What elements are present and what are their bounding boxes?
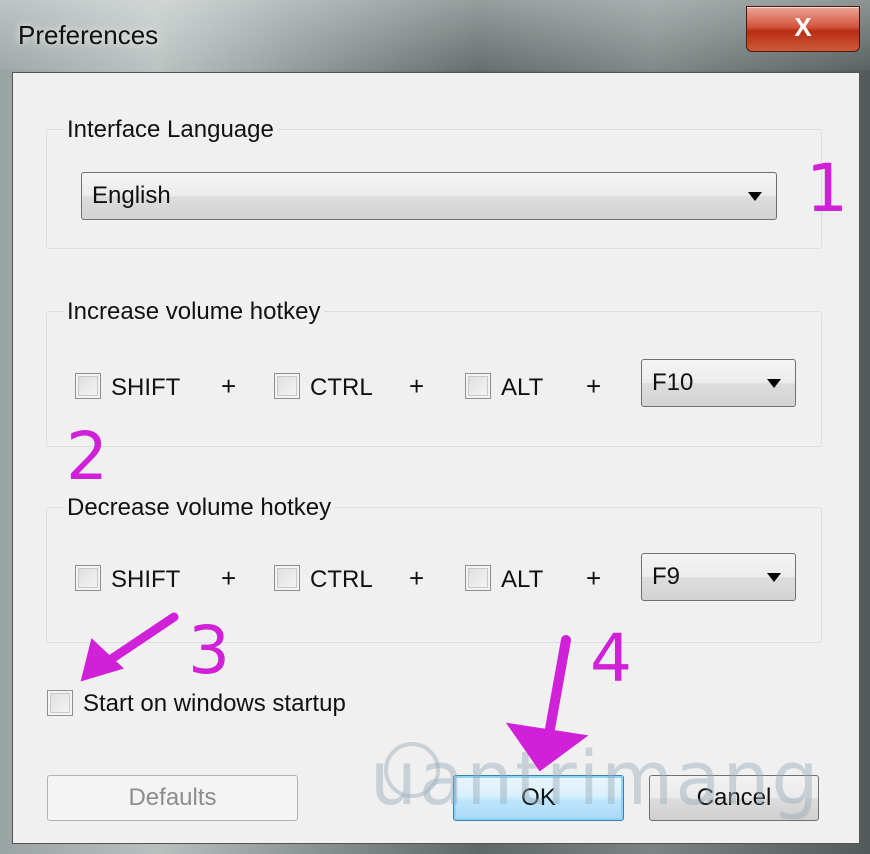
plus-sign: + — [586, 563, 602, 593]
decrease-shift-label: SHIFT — [111, 566, 181, 593]
dropdown-arrow-icon — [767, 573, 781, 582]
plus-sign: + — [409, 371, 425, 401]
startup-label: Start on windows startup — [83, 690, 346, 717]
cancel-button[interactable]: Cancel — [649, 775, 819, 821]
defaults-button[interactable]: Defaults — [47, 775, 298, 821]
decrease-hotkey-label: Decrease volume hotkey — [63, 494, 336, 522]
increase-hotkey-label: Increase volume hotkey — [63, 298, 325, 326]
decrease-ctrl-label: CTRL — [310, 566, 373, 593]
ok-button[interactable]: OK — [453, 775, 624, 821]
decrease-key-value: F9 — [652, 563, 681, 590]
language-dropdown[interactable]: English — [81, 172, 777, 220]
decrease-shift-checkbox[interactable] — [75, 565, 101, 591]
decrease-alt-label: ALT — [501, 566, 544, 593]
dialog-body: Interface Language English Increase volu… — [12, 72, 860, 844]
annotation-4: 4 — [590, 620, 632, 697]
decrease-key-dropdown[interactable]: F9 — [641, 553, 796, 601]
increase-shift-checkbox[interactable] — [75, 373, 101, 399]
annotation-2: 2 — [66, 418, 108, 495]
close-button[interactable]: X — [746, 6, 860, 52]
interface-language-label: Interface Language — [63, 116, 278, 144]
decrease-ctrl-checkbox[interactable] — [274, 565, 300, 591]
increase-ctrl-label: CTRL — [310, 374, 373, 401]
plus-sign: + — [221, 563, 237, 593]
increase-shift-label: SHIFT — [111, 374, 181, 401]
increase-alt-checkbox[interactable] — [465, 373, 491, 399]
annotation-1: 1 — [806, 150, 848, 227]
window-title: Preferences — [18, 20, 159, 50]
decrease-alt-checkbox[interactable] — [465, 565, 491, 591]
increase-key-dropdown[interactable]: F10 — [641, 359, 796, 407]
dropdown-arrow-icon — [767, 379, 781, 388]
language-value: English — [92, 182, 171, 209]
plus-sign: + — [221, 371, 237, 401]
plus-sign: + — [586, 371, 602, 401]
increase-alt-label: ALT — [501, 374, 544, 401]
startup-checkbox[interactable] — [47, 690, 73, 716]
dropdown-arrow-icon — [748, 192, 762, 201]
increase-ctrl-checkbox[interactable] — [274, 373, 300, 399]
plus-sign: + — [409, 563, 425, 593]
annotation-3: 3 — [188, 612, 230, 689]
increase-key-value: F10 — [652, 369, 694, 396]
